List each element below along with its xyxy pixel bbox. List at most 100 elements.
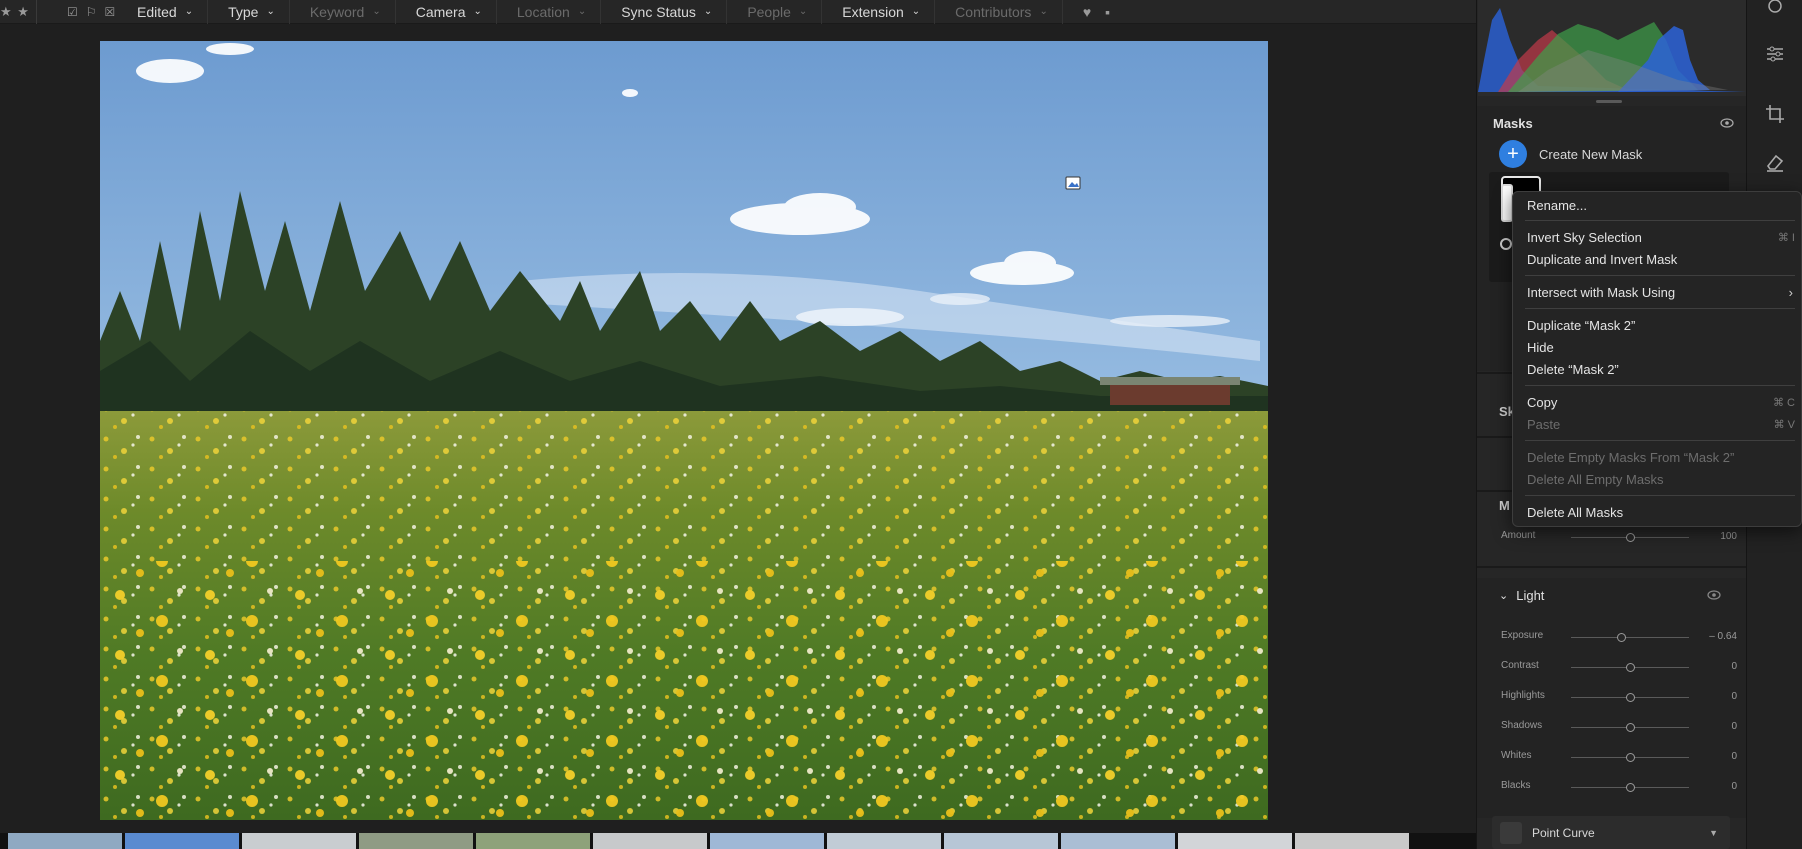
menu-item-intersect[interactable]: Intersect with Mask Using ›: [1527, 282, 1795, 304]
filmstrip-thumbnail[interactable]: [125, 833, 239, 849]
slider-value[interactable]: – 0.64: [1697, 631, 1737, 642]
filmstrip-thumbnail[interactable]: [8, 833, 122, 849]
slider-label: Contrast: [1501, 660, 1539, 671]
filmstrip-thumbnail[interactable]: [1295, 833, 1409, 849]
chevron-down-icon: ⌄: [473, 6, 482, 17]
amount-row: Amount 100: [1477, 526, 1747, 566]
plus-icon: +: [1499, 140, 1527, 168]
menu-separator: [1525, 308, 1795, 309]
menu-separator: [1525, 220, 1795, 221]
panel-drag-handle[interactable]: [1596, 100, 1622, 103]
comment-icon[interactable]: ▪: [1105, 4, 1110, 20]
flag-rejected-icon[interactable]: ☒: [105, 5, 116, 19]
menu-item-paste: Paste ⌘ V: [1527, 417, 1795, 432]
point-curve-dropdown[interactable]: Point Curve ▼: [1492, 816, 1730, 849]
eye-icon[interactable]: [1720, 118, 1734, 128]
eye-icon[interactable]: [1707, 590, 1721, 600]
create-new-mask-button[interactable]: + Create New Mask: [1499, 140, 1642, 168]
filmstrip-thumbnail[interactable]: [1061, 833, 1175, 849]
slider-track[interactable]: [1571, 753, 1689, 762]
amount-slider[interactable]: Amount 100: [1501, 530, 1737, 548]
slider-track[interactable]: [1571, 533, 1689, 542]
chevron-down-icon: ⌄: [577, 6, 587, 17]
filter-extension[interactable]: Extension ⌄: [822, 0, 936, 24]
slider-knob[interactable]: [1616, 633, 1626, 642]
menu-item-delete[interactable]: Delete “Mask 2”: [1527, 359, 1795, 381]
slider-value[interactable]: 0: [1697, 751, 1737, 762]
menu-item-rename[interactable]: Rename...: [1527, 195, 1795, 217]
heart-icon[interactable]: ♥: [1083, 4, 1091, 20]
filter-sync-status[interactable]: Sync Status ⌄: [601, 0, 728, 24]
divider: [1477, 566, 1747, 568]
slider-knob[interactable]: [1626, 753, 1635, 762]
settings-sliders-icon[interactable]: [1765, 44, 1785, 64]
slider-knob[interactable]: [1626, 723, 1635, 732]
slider-track[interactable]: [1571, 693, 1689, 702]
slider-value[interactable]: 0: [1697, 781, 1737, 792]
filmstrip-thumbnail[interactable]: [944, 833, 1058, 849]
filter-people[interactable]: People ⌄: [727, 0, 823, 24]
masks-title: Masks: [1493, 116, 1533, 131]
crop-icon[interactable]: [1765, 104, 1785, 124]
flag-unflagged-icon[interactable]: ⚐: [86, 5, 97, 19]
slider-knob[interactable]: [1626, 663, 1635, 672]
filmstrip-thumbnail[interactable]: [1178, 833, 1292, 849]
flag-picked-icon[interactable]: ☑: [67, 5, 78, 19]
blacks-slider[interactable]: Blacks 0: [1501, 780, 1737, 798]
menu-separator: [1525, 495, 1795, 496]
filter-edited[interactable]: Edited ⌄: [117, 0, 209, 24]
filter-location[interactable]: Location ⌄: [497, 0, 602, 24]
mask-overlay-toggle[interactable]: [1500, 238, 1512, 250]
histogram: [1478, 0, 1746, 96]
main-photo[interactable]: [100, 41, 1268, 820]
filter-bar: ★ ★ ☑ ⚐ ☒ Edited ⌄ Type ⌄ Keyword ⌄ Camera ⌄…: [0, 0, 1476, 24]
mask-section-stub: M: [1499, 498, 1510, 513]
filmstrip-thumbnail[interactable]: [242, 833, 356, 849]
filter-contributors[interactable]: Contributors ⌄: [935, 0, 1063, 24]
star-rating-filter[interactable]: ★ ★: [0, 4, 36, 20]
filmstrip-thumbnail[interactable]: [710, 833, 824, 849]
filter-keyword[interactable]: Keyword ⌄: [290, 0, 396, 24]
slider-value[interactable]: 0: [1697, 661, 1737, 672]
slider-track[interactable]: [1571, 663, 1689, 672]
menu-separator: [1525, 440, 1795, 441]
eraser-icon[interactable]: [1765, 152, 1785, 172]
menu-item-delete-all[interactable]: Delete All Masks: [1527, 502, 1795, 524]
filmstrip-thumbnail[interactable]: [593, 833, 707, 849]
menu-item-invert-sky[interactable]: Invert Sky Selection ⌘ I: [1527, 227, 1795, 249]
highlights-slider[interactable]: Highlights 0: [1501, 690, 1737, 708]
slider-label: Exposure: [1501, 630, 1544, 641]
menu-item-delete-all-empty: Delete All Empty Masks: [1527, 472, 1664, 487]
amount-value[interactable]: 100: [1697, 531, 1737, 542]
filter-type[interactable]: Type ⌄: [208, 0, 290, 24]
menu-item-delete-empty-from: Delete Empty Masks From “Mask 2”: [1527, 450, 1735, 465]
slider-knob[interactable]: [1626, 693, 1635, 702]
light-panel: ⌄ Light Exposure – 0.64 Contrast 0 Highl…: [1477, 578, 1747, 818]
filmstrip: [0, 833, 1476, 849]
slider-knob[interactable]: [1626, 783, 1635, 792]
chevron-down-icon: ⌄: [1039, 6, 1048, 17]
filter-camera[interactable]: Camera ⌄: [396, 0, 497, 24]
slider-value[interactable]: 0: [1697, 721, 1737, 732]
histogram-graph: [1478, 8, 1746, 92]
shadows-slider[interactable]: Shadows 0: [1501, 720, 1737, 738]
slider-track[interactable]: [1571, 783, 1689, 792]
color-icon[interactable]: [1765, 0, 1785, 20]
whites-slider[interactable]: Whites 0: [1501, 750, 1737, 768]
slider-knob[interactable]: [1626, 533, 1635, 542]
menu-item-duplicate[interactable]: Duplicate “Mask 2”: [1527, 315, 1795, 337]
filmstrip-thumbnail[interactable]: [359, 833, 473, 849]
chevron-down-icon: ⌄: [911, 6, 921, 17]
filmstrip-thumbnail[interactable]: [827, 833, 941, 849]
slider-track[interactable]: [1571, 633, 1689, 642]
slider-track[interactable]: [1571, 723, 1689, 732]
menu-item-copy[interactable]: Copy ⌘ C: [1527, 392, 1795, 414]
filmstrip-thumbnail[interactable]: [476, 833, 590, 849]
contrast-slider[interactable]: Contrast 0: [1501, 660, 1737, 678]
light-header[interactable]: ⌄ Light: [1499, 588, 1544, 603]
menu-item-duplicate-invert[interactable]: Duplicate and Invert Mask: [1527, 249, 1795, 271]
menu-item-hide[interactable]: Hide: [1527, 337, 1795, 359]
slider-value[interactable]: 0: [1697, 691, 1737, 702]
exposure-slider[interactable]: Exposure – 0.64: [1501, 630, 1737, 648]
chevron-down-icon: ⌄: [184, 6, 194, 17]
